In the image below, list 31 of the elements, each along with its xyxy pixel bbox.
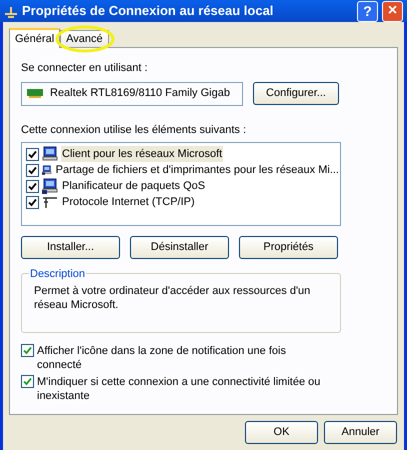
checkbox[interactable]: [21, 344, 34, 357]
checkbox[interactable]: [26, 180, 39, 192]
network-card-icon: [27, 88, 43, 99]
list-item[interactable]: Client pour les réseaux Microsoft: [61, 146, 224, 162]
window-title: Propriétés de Connexion au réseau local: [22, 2, 274, 20]
description-text: Permet à votre ordinateur d'accéder aux ressources d'un réseau Microsoft.: [34, 284, 312, 312]
section-label: Se connecter en utilisant :: [21, 61, 149, 76]
dialog-button[interactable]: Désinstaller: [130, 236, 229, 259]
list-item[interactable]: Planificateur de paquets QoS: [61, 178, 206, 194]
dialog-button[interactable]: Propriétés: [239, 236, 338, 259]
dialog-button[interactable]: Annuler: [324, 421, 397, 444]
network-icon: [4, 4, 18, 18]
close-button[interactable]: ×: [382, 0, 403, 22]
option-label: M'indiquer si cette connexion a une connectivité limitée ou inexistante: [37, 375, 322, 403]
dialog-button[interactable]: Installer...: [21, 236, 120, 259]
tab[interactable]: Général: [9, 28, 60, 48]
help-button[interactable]: ?: [357, 0, 378, 22]
checkbox[interactable]: [26, 164, 39, 176]
checkbox[interactable]: [21, 375, 34, 388]
list-item[interactable]: Partage de fichiers et d'imprimantes pour les réseaux Mi...: [54, 162, 340, 178]
checkbox[interactable]: [26, 196, 39, 208]
tab[interactable]: Avancé: [60, 30, 109, 46]
network-cable-icon: [42, 195, 58, 209]
list-item[interactable]: Protocole Internet (TCP/IP): [61, 194, 196, 210]
dialog-button[interactable]: OK: [245, 421, 318, 444]
adapter-field: Realtek RTL8169/8110 Family Gigab: [21, 82, 243, 106]
dialog-button[interactable]: Configurer...: [253, 82, 339, 105]
option-label: Afficher l'icône dans la zone de notification une fois connecté: [37, 344, 287, 372]
section-label: Cette connexion utilise les éléments suivants :: [21, 122, 248, 138]
checkbox[interactable]: [26, 148, 39, 160]
group-title: Description: [29, 266, 86, 282]
